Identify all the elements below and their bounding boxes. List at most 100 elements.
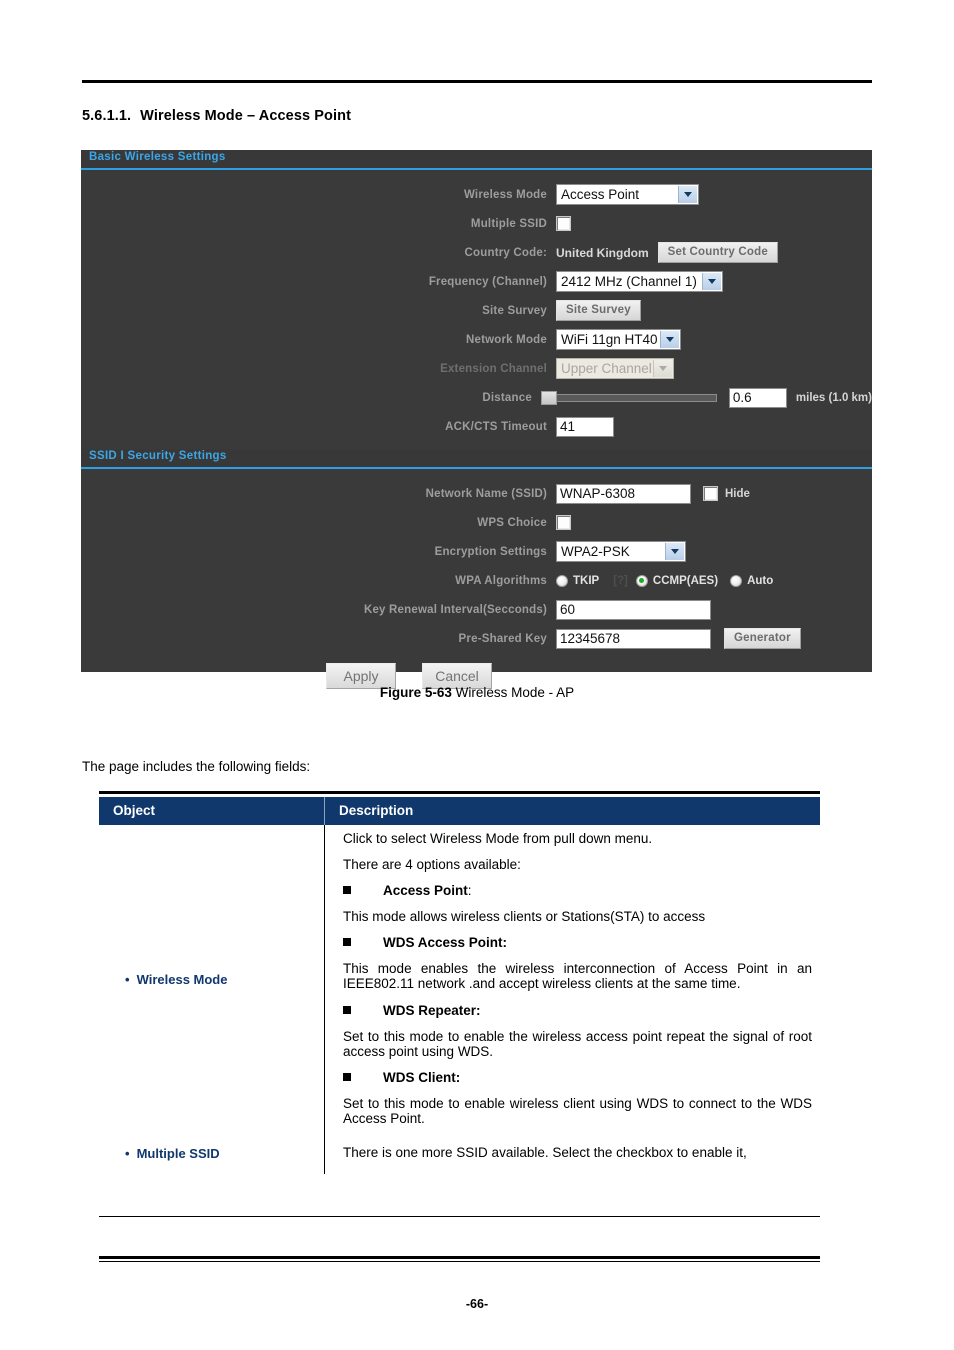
- table-top-rule: [99, 791, 820, 794]
- column-header-object: Object: [99, 797, 325, 825]
- row-pre-shared-key: Pre-Shared Key 12345678 Generator: [81, 624, 872, 653]
- page-number: -66-: [465, 1297, 489, 1311]
- section-number: 5.6.1.1.: [82, 108, 132, 124]
- chevron-down-icon: [665, 543, 684, 560]
- distance-slider-thumb[interactable]: [540, 391, 557, 405]
- basic-wireless-settings-header: Basic Wireless Settings: [81, 150, 872, 170]
- key-renewal-interval-input[interactable]: 60: [556, 599, 711, 620]
- distance-label: Distance: [482, 391, 532, 404]
- cell-object-wireless-mode: • Wireless Mode: [99, 825, 325, 1134]
- wpa-algorithm-option-ccmp[interactable]: CCMP(AES): [635, 574, 719, 587]
- table-row: • Multiple SSID There is one more SSID a…: [99, 1133, 821, 1174]
- description-line: Set to this mode to enable wireless clie…: [343, 1095, 812, 1126]
- row-frequency-channel: Frequency (Channel) 2412 MHz (Channel 1): [81, 267, 872, 296]
- radio-tkip[interactable]: [556, 574, 568, 587]
- row-extension-channel: Extension Channel Upper Channel: [81, 354, 872, 383]
- description-line: Click to select Wireless Mode from pull …: [343, 831, 653, 846]
- description-bullet-label: WDS Client:: [383, 1069, 461, 1085]
- multiple-ssid-checkbox[interactable]: [556, 216, 571, 231]
- square-bullet-icon: [343, 938, 351, 947]
- description-bullet: WDS Access Point:: [343, 935, 812, 950]
- square-bullet-icon: [343, 1072, 351, 1081]
- page-header-rule: [82, 80, 872, 83]
- pre-shared-key-input[interactable]: 12345678: [556, 628, 711, 649]
- frequency-channel-label: Frequency (Channel): [428, 275, 547, 288]
- distance-slider[interactable]: [540, 391, 717, 405]
- extension-channel-select: Upper Channel: [556, 358, 674, 379]
- chevron-down-icon: [660, 331, 679, 348]
- description-bullet: Access Point:: [343, 883, 812, 898]
- distance-input[interactable]: 0.6: [728, 387, 787, 408]
- encryption-settings-label: Encryption Settings: [434, 545, 547, 558]
- basic-wireless-settings-title: Basic Wireless Settings: [89, 151, 226, 163]
- object-entry: • Wireless Mode: [99, 972, 324, 987]
- ack-cts-timeout-label: ACK/CTS Timeout: [445, 420, 547, 433]
- description-bullet-label: WDS Access Point:: [383, 935, 508, 951]
- chevron-down-icon: [702, 273, 721, 290]
- wps-choice-label: WPS Choice: [477, 516, 547, 529]
- row-network-mode: Network Mode WiFi 11gn HT40: [81, 325, 872, 354]
- table-bottom-rule: [99, 1256, 820, 1259]
- description-line: This mode enables the wireless interconn…: [343, 961, 812, 992]
- chevron-down-icon: [678, 186, 697, 203]
- description-line: There are 4 options available:: [343, 857, 521, 873]
- radio-ccmp-aes[interactable]: [635, 574, 648, 587]
- hide-ssid-label: Hide: [725, 487, 750, 500]
- cell-object-multiple-ssid: • Multiple SSID: [99, 1133, 325, 1174]
- wpa-algorithm-option-tkip[interactable]: TKIP: [556, 574, 600, 587]
- row-multiple-ssid: Multiple SSID: [81, 209, 872, 238]
- device-screenshot-panel: Basic Wireless Settings Wireless Mode Ac…: [81, 150, 872, 689]
- wireless-mode-selected-value: Access Point: [561, 187, 640, 202]
- row-distance: Distance 0.6 miles (1.0 km): [81, 383, 872, 412]
- generator-button[interactable]: Generator: [724, 628, 801, 649]
- network-name-ssid-input[interactable]: WNAP-6308: [556, 483, 691, 504]
- description-line: There is one more SSID available. Select…: [343, 1145, 747, 1161]
- encryption-settings-select[interactable]: WPA2-PSK: [556, 541, 686, 562]
- wpa-algorithm-option-auto[interactable]: Auto: [730, 574, 774, 587]
- row-encryption-settings: Encryption Settings WPA2-PSK: [81, 537, 872, 566]
- frequency-channel-selected-value: 2412 MHz (Channel 1): [561, 274, 697, 289]
- table-row-divider: [99, 1216, 820, 1217]
- wireless-mode-select[interactable]: Access Point: [556, 184, 699, 205]
- site-survey-label: Site Survey: [482, 304, 547, 317]
- frequency-channel-select[interactable]: 2412 MHz (Channel 1): [556, 271, 723, 292]
- row-wpa-algorithms: WPA Algorithms TKIP [?] CCMP(AES) Auto: [81, 566, 872, 595]
- set-country-code-button[interactable]: Set Country Code: [657, 242, 778, 263]
- description-line: This mode allows wireless clients or Sta…: [343, 909, 706, 925]
- ack-cts-timeout-input[interactable]: 41: [556, 416, 614, 437]
- row-ack-cts-timeout: ACK/CTS Timeout 41: [81, 412, 872, 441]
- radio-auto-label: Auto: [747, 574, 774, 587]
- network-mode-select[interactable]: WiFi 11gn HT40: [556, 329, 681, 350]
- form-action-buttons: Apply Cancel: [81, 653, 872, 689]
- square-bullet-icon: [343, 1005, 351, 1014]
- row-country-code: Country Code: United Kingdom Set Country…: [81, 238, 872, 267]
- description-bullet: WDS Repeater:: [343, 1003, 812, 1018]
- table-bottom-rule-thin: [99, 1261, 820, 1262]
- section-heading: 5.6.1.1. Wireless Mode – Access Point: [82, 108, 351, 124]
- wireless-mode-label: Wireless Mode: [463, 188, 547, 201]
- figure-title: Wireless Mode - AP: [455, 685, 575, 700]
- row-wps-choice: WPS Choice: [81, 508, 872, 537]
- figure-caption: Figure 5-63 Wireless Mode - AP: [0, 685, 954, 700]
- network-mode-label: Network Mode: [466, 333, 547, 346]
- radio-auto[interactable]: [730, 574, 743, 587]
- multiple-ssid-label: Multiple SSID: [470, 217, 547, 230]
- radio-tkip-label: TKIP: [573, 574, 600, 587]
- pre-shared-key-label: Pre-Shared Key: [458, 632, 547, 645]
- wps-choice-checkbox[interactable]: [556, 515, 571, 530]
- section-title: Wireless Mode – Access Point: [140, 108, 352, 124]
- cell-description-multiple-ssid: There is one more SSID available. Select…: [325, 1134, 821, 1174]
- object-label: Multiple SSID: [136, 1146, 220, 1162]
- wpa-help-glyph: [?]: [613, 574, 628, 587]
- object-label: Wireless Mode: [136, 971, 228, 987]
- intro-paragraph: The page includes the following fields:: [82, 759, 311, 774]
- hide-ssid-checkbox[interactable]: [703, 486, 718, 501]
- site-survey-button[interactable]: Site Survey: [556, 300, 641, 321]
- description-bullet-label: WDS Repeater:: [383, 1002, 481, 1018]
- country-code-value: United Kingdom: [556, 245, 649, 260]
- ssid-security-settings-header: SSID I Security Settings: [81, 449, 872, 469]
- radio-ccmp-aes-label: CCMP(AES): [652, 574, 719, 587]
- chevron-down-icon: [653, 360, 672, 377]
- extension-channel-label: Extension Channel: [440, 362, 547, 375]
- network-name-ssid-label: Network Name (SSID): [425, 487, 547, 500]
